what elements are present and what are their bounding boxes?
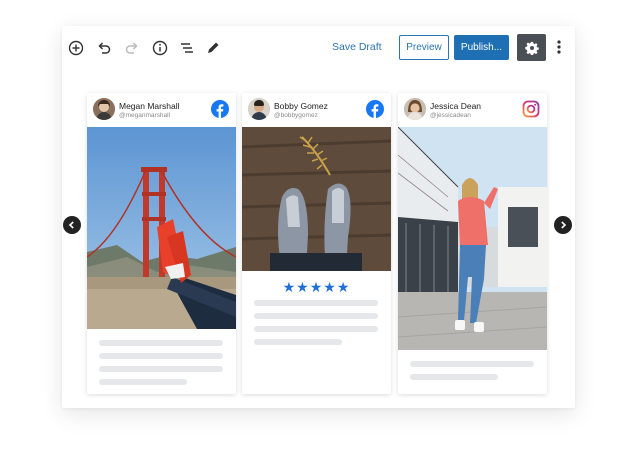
post-image [398,127,547,350]
placeholder-line [99,366,223,372]
card-header: Bobby Gomez @bobbygomez [242,93,391,126]
placeholder-line [254,326,378,332]
info-icon[interactable] [150,38,170,58]
avatar [404,98,426,120]
card-header: Megan Marshall @meganmarshall [87,93,236,126]
facebook-icon[interactable] [211,100,229,118]
chevron-left-icon [68,221,74,229]
user-handle: @bobbygomez [274,112,318,119]
undo-icon[interactable] [94,38,114,58]
editor-toolbar: Save Draft Preview Publish... [62,26,575,70]
placeholder-line [99,379,187,385]
carousel-prev-button[interactable] [63,216,81,234]
post-image [87,127,236,329]
instagram-icon[interactable] [522,100,540,118]
user-handle: @jessicadean [430,112,471,119]
preview-button[interactable]: Preview [399,35,449,60]
avatar [93,98,115,120]
user-name: Jessica Dean [430,101,482,111]
editor-window: Save Draft Preview Publish... Megan Mars… [62,26,575,408]
placeholder-line [254,313,378,319]
save-draft-button[interactable]: Save Draft [332,41,382,53]
post-image [242,127,391,271]
user-handle: @meganmarshall [119,112,171,119]
social-post-card[interactable]: Bobby Gomez @bobbygomez ★★★★★ [242,93,391,394]
placeholder-line [99,353,223,359]
rating-stars: ★★★★★ [282,279,351,295]
placeholder-line [410,361,534,367]
avatar [248,98,270,120]
outline-icon[interactable] [177,38,197,58]
carousel-next-button[interactable] [554,216,572,234]
user-name: Megan Marshall [119,101,180,111]
card-header: Jessica Dean @jessicadean [398,93,547,126]
publish-button[interactable]: Publish... [454,35,509,60]
chevron-right-icon [561,221,567,229]
placeholder-line [99,340,223,346]
more-options-button[interactable] [553,37,565,57]
facebook-icon[interactable] [366,100,384,118]
redo-icon[interactable] [122,38,142,58]
settings-button[interactable] [517,34,546,61]
gear-icon [524,41,539,55]
user-name: Bobby Gomez [274,101,328,111]
social-post-card[interactable]: Jessica Dean @jessicadean [398,93,547,394]
placeholder-line [254,300,378,306]
placeholder-line [254,339,342,345]
social-post-card[interactable]: Megan Marshall @meganmarshall [87,93,236,394]
more-vertical-icon [557,40,561,54]
edit-icon[interactable] [203,38,223,58]
add-icon[interactable] [66,38,86,58]
placeholder-line [410,374,498,380]
